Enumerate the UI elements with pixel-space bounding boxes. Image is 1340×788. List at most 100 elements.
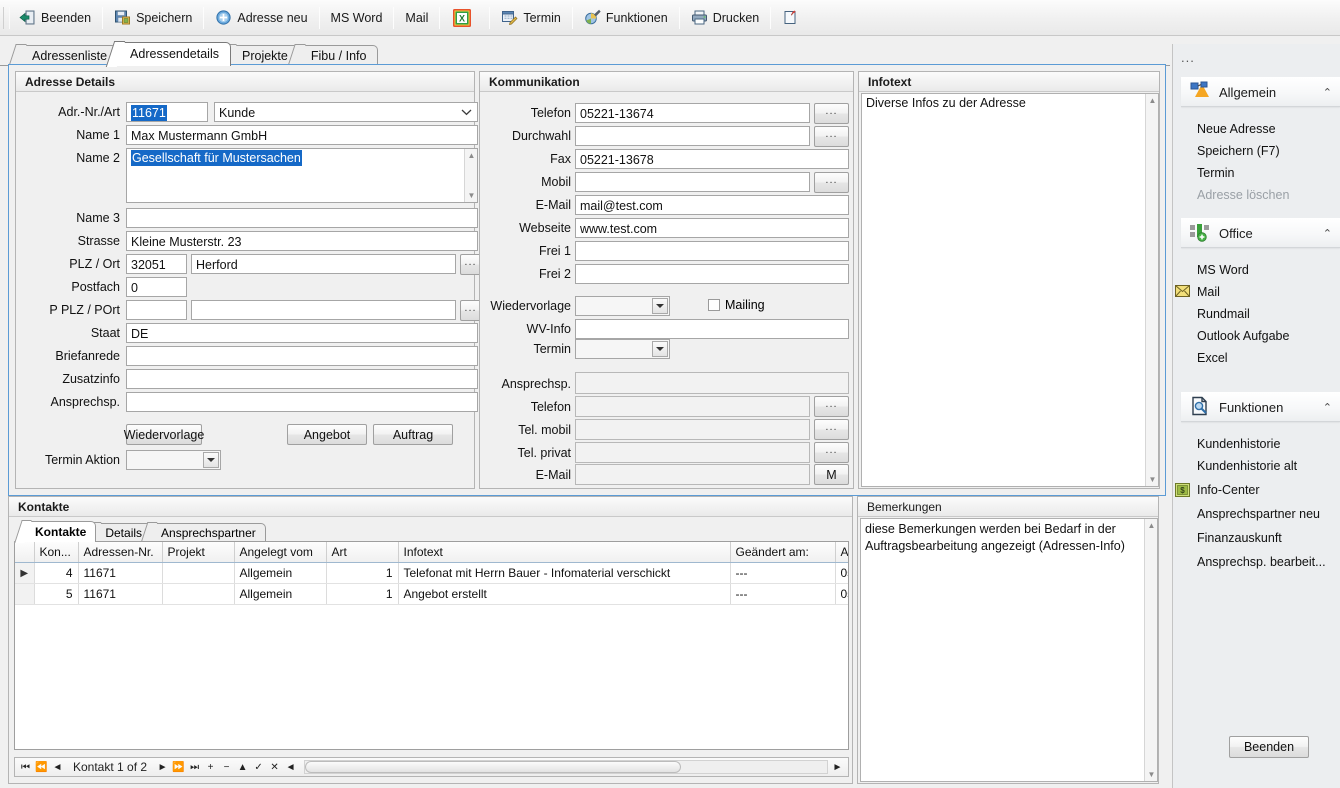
kontakte-navigator[interactable]: ⏮ ⏪ ◄ Kontakt 1 of 2 ► ⏩ ⏭ + − ▲ ✓ ✕ ◄ ► bbox=[14, 757, 849, 777]
bemerkungen-scrollbar[interactable]: ▲ ▼ bbox=[1144, 519, 1157, 781]
tab-adressendetails[interactable]: Adressendetails bbox=[116, 42, 231, 66]
input-fax[interactable]: 05221-13678 bbox=[575, 149, 849, 169]
input-email[interactable]: mail@test.com bbox=[575, 195, 849, 215]
input-ap-telefon[interactable] bbox=[575, 396, 810, 417]
sidebar-item-kundenhistorie[interactable]: Kundenhistorie bbox=[1181, 432, 1340, 455]
chevron-up-icon[interactable]: ⌃ bbox=[1323, 401, 1332, 414]
sidebar-group-header-allgemein[interactable]: Allgemein ⌃ bbox=[1181, 77, 1340, 107]
input-name2[interactable]: Gesellschaft für Mustersachen ▲ ▼ bbox=[126, 148, 478, 203]
input-durchwahl[interactable] bbox=[575, 126, 810, 146]
grid-col-art[interactable]: Art bbox=[326, 542, 399, 563]
input-name3[interactable] bbox=[126, 208, 478, 228]
nav-refresh-button[interactable]: ◄ bbox=[284, 762, 297, 773]
sidebar-item-ansprechsp-bearbeiten[interactable]: Ansprechsp. bearbeit... bbox=[1181, 550, 1340, 573]
ap-mobil-dial-button[interactable]: ... bbox=[814, 419, 849, 440]
sidebar-item-excel[interactable]: Excel bbox=[1181, 346, 1340, 369]
sidebar-beenden-button[interactable]: Beenden bbox=[1229, 736, 1309, 758]
scroll-up-icon[interactable]: ▲ bbox=[1145, 519, 1157, 532]
auftrag-button[interactable]: Auftrag bbox=[373, 424, 453, 445]
toolbar-button-drucken[interactable]: Drucken bbox=[682, 4, 769, 32]
scroll-right-icon[interactable]: ► bbox=[831, 762, 844, 773]
table-row[interactable]: ▶ 4 11671 Allgemein 1 Telefonat mit Herr… bbox=[15, 562, 848, 584]
nav-first-button[interactable]: ⏮ bbox=[19, 762, 32, 773]
angebot-button[interactable]: Angebot bbox=[287, 424, 367, 445]
input-webseite[interactable]: www.test.com bbox=[575, 218, 849, 238]
chevron-down-icon[interactable] bbox=[458, 104, 474, 120]
input-frei2[interactable] bbox=[575, 264, 849, 284]
grid-col-angelegt[interactable]: Angelegt bbox=[835, 542, 848, 563]
sidebar-item-ms-word[interactable]: MS Word bbox=[1181, 258, 1340, 281]
table-row[interactable]: 5 11671 Allgemein 1 Angebot erstellt ---… bbox=[15, 583, 848, 605]
nav-post-button[interactable]: ✓ bbox=[252, 762, 265, 773]
sidebar-item-mail[interactable]: Mail bbox=[1175, 280, 1340, 303]
sidebar-item-info-center[interactable]: $ Info-Center bbox=[1175, 478, 1340, 501]
grid-horizontal-scrollbar[interactable] bbox=[304, 760, 828, 774]
scroll-down-icon[interactable]: ▼ bbox=[465, 189, 477, 202]
infotext-scrollbar[interactable]: ▲ ▼ bbox=[1145, 94, 1158, 486]
scroll-down-icon[interactable]: ▼ bbox=[1145, 768, 1157, 781]
kontakte-grid[interactable]: Kon... Adressen-Nr. Projekt Angelegt vom… bbox=[14, 541, 849, 750]
sidebar-item-outlook-aufgabe[interactable]: Outlook Aufgabe bbox=[1181, 324, 1340, 347]
nav-next-page-button[interactable]: ⏩ bbox=[172, 762, 185, 773]
checkbox-mailing[interactable]: Mailing bbox=[708, 298, 765, 312]
chevron-down-icon[interactable] bbox=[652, 341, 668, 357]
nav-next-button[interactable]: ► bbox=[156, 762, 169, 773]
mailing-checkbox-box[interactable] bbox=[708, 299, 720, 311]
input-ap-privat[interactable] bbox=[575, 442, 810, 463]
input-ort[interactable]: Herford bbox=[191, 254, 456, 274]
tab-fibu-info[interactable]: Fibu / Info bbox=[296, 45, 379, 66]
sidebar-item-speichern[interactable]: Speichern (F7) bbox=[1181, 139, 1340, 162]
nav-prev-button[interactable]: ◄ bbox=[51, 762, 64, 773]
select-wiedervorlage[interactable] bbox=[575, 296, 670, 316]
input-ap-ansprechsp[interactable] bbox=[575, 372, 849, 394]
select-termin-aktion[interactable] bbox=[126, 450, 221, 470]
grid-col-kon[interactable]: Kon... bbox=[34, 542, 79, 563]
telefon-dial-button[interactable]: ... bbox=[814, 103, 849, 124]
grid-col-angelegt-vom[interactable]: Angelegt vom bbox=[234, 542, 327, 563]
nav-add-button[interactable]: + bbox=[204, 762, 217, 773]
ap-privat-dial-button[interactable]: ... bbox=[814, 442, 849, 463]
toolbar-button-termin[interactable]: Termin bbox=[492, 4, 570, 32]
chevron-up-icon[interactable]: ⌃ bbox=[1323, 86, 1332, 99]
input-name1[interactable]: Max Mustermann GmbH bbox=[126, 125, 478, 145]
input-postfach[interactable]: 0 bbox=[126, 277, 187, 297]
wiedervorlage-button[interactable]: Wiedervorlage bbox=[124, 424, 204, 445]
toolbar-button-funktionen[interactable]: Funktionen bbox=[575, 4, 677, 32]
input-briefanrede[interactable] bbox=[126, 346, 478, 366]
input-adr-nr[interactable]: 11671 bbox=[126, 102, 208, 122]
tab-kontakte[interactable]: Kontakte bbox=[23, 521, 97, 542]
input-frei1[interactable] bbox=[575, 241, 849, 261]
sidebar-item-kundenhistorie-alt[interactable]: Kundenhistorie alt bbox=[1181, 454, 1340, 477]
scroll-down-icon[interactable]: ▼ bbox=[1146, 473, 1158, 486]
chevron-down-icon[interactable] bbox=[652, 298, 668, 314]
sidebar-item-ansprechspartner-neu[interactable]: Ansprechspartner neu bbox=[1181, 502, 1340, 525]
input-telefon[interactable]: 05221-13674 bbox=[575, 103, 810, 123]
input-port[interactable] bbox=[191, 300, 456, 320]
sidebar-overflow-dots[interactable]: ... bbox=[1181, 50, 1195, 65]
nav-last-button[interactable]: ⏭ bbox=[188, 762, 201, 773]
input-zusatzinfo[interactable] bbox=[126, 369, 478, 389]
mobil-dial-button[interactable]: ... bbox=[814, 172, 849, 193]
input-ap-mobil[interactable] bbox=[575, 419, 810, 440]
scrollbar-thumb[interactable] bbox=[305, 761, 681, 773]
sidebar-item-neue-adresse[interactable]: Neue Adresse bbox=[1181, 117, 1340, 140]
toolbar-button-speichern[interactable]: Speichern bbox=[105, 4, 201, 32]
sidebar-group-header-office[interactable]: Office ⌃ bbox=[1181, 218, 1340, 248]
chevron-down-icon[interactable] bbox=[203, 452, 219, 468]
sidebar-item-finanzauskunft[interactable]: Finanzauskunft bbox=[1181, 526, 1340, 549]
nav-remove-button[interactable]: − bbox=[220, 762, 233, 773]
grid-col-adressen-nr[interactable]: Adressen-Nr. bbox=[78, 542, 163, 563]
input-pplz[interactable] bbox=[126, 300, 187, 320]
toolbar-button-adresse-neu[interactable]: Adresse neu bbox=[206, 4, 316, 32]
input-staat[interactable]: DE bbox=[126, 323, 478, 343]
nav-prev-page-button[interactable]: ⏪ bbox=[35, 762, 48, 773]
ap-email-mail-button[interactable]: M bbox=[814, 464, 849, 485]
scroll-up-icon[interactable]: ▲ bbox=[1146, 94, 1158, 107]
sidebar-item-rundmail[interactable]: Rundmail bbox=[1181, 302, 1340, 325]
input-plz[interactable]: 32051 bbox=[126, 254, 187, 274]
tab-adressenliste[interactable]: Adressenliste bbox=[18, 45, 120, 66]
input-ansprechsp[interactable] bbox=[126, 392, 478, 412]
tab-ansprechspartner[interactable]: Ansprechspartner bbox=[149, 523, 266, 542]
toolbar-button-beenden[interactable]: Beenden bbox=[10, 4, 100, 32]
toolbar-button-pin-note[interactable] bbox=[773, 4, 813, 32]
